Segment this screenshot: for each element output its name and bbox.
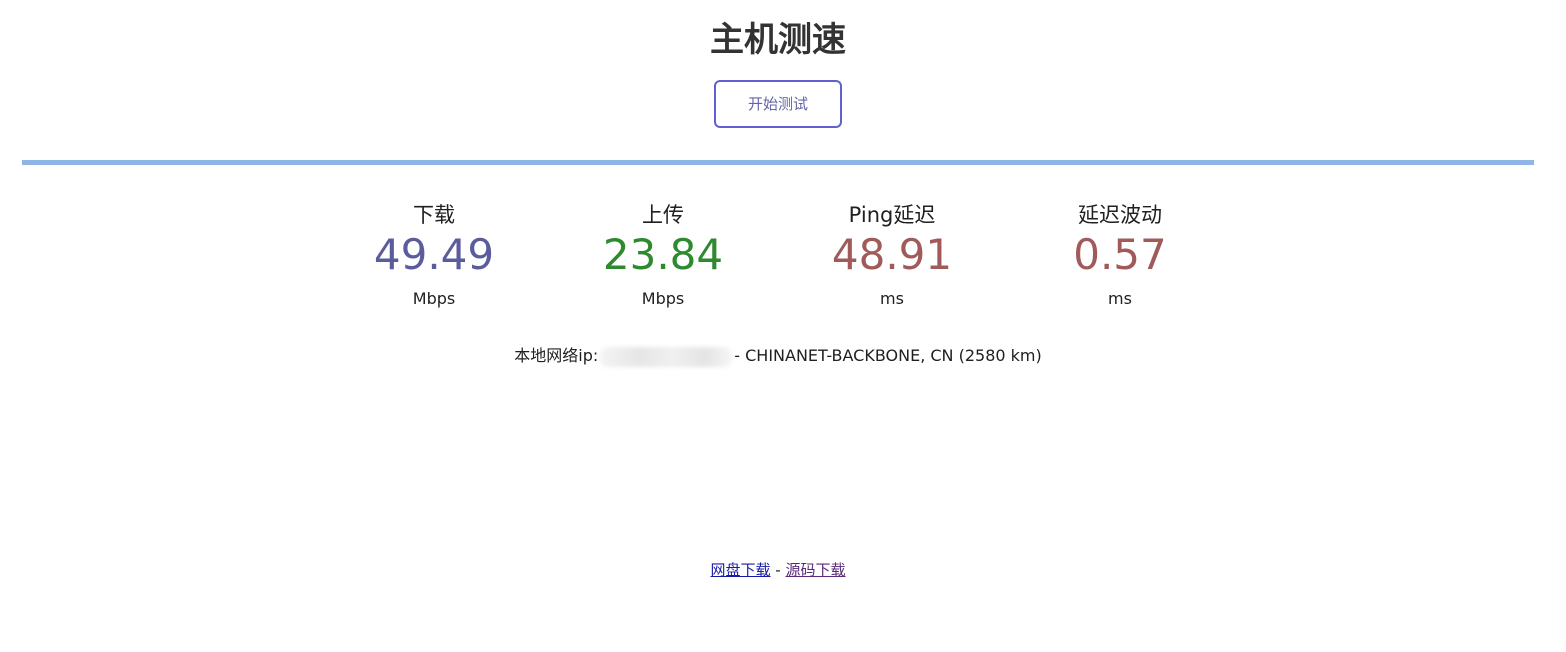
ip-info: 本地网络ip: - CHINANET-BACKBONE, CN (2580 km) <box>0 344 1556 368</box>
metric-value: 48.91 <box>831 230 953 279</box>
page-title: 主机测速 <box>710 20 846 60</box>
metric-label: 上传 <box>642 203 684 227</box>
progress-bar-fill <box>22 160 1534 165</box>
metric-value: 23.84 <box>602 230 724 279</box>
metric-label: Ping延迟 <box>848 203 936 227</box>
metric-unit: Mbps <box>412 289 456 308</box>
metric-unit: Mbps <box>641 289 685 308</box>
source-download-link[interactable]: 源码下载 <box>785 561 845 579</box>
metric-unit: ms <box>880 289 904 308</box>
progress-bar <box>22 160 1534 165</box>
metric-label: 延迟波动 <box>1078 203 1162 227</box>
metric-unit: ms <box>1108 289 1132 308</box>
metrics-panel: 下载 49.49 Mbps 上传 23.84 Mbps Ping延迟 48.91… <box>320 200 1235 320</box>
footer-links: 网盘下载 - 源码下载 <box>0 558 1556 582</box>
ip-info-prefix: 本地网络ip: <box>514 346 599 365</box>
cloud-download-link[interactable]: 网盘下载 <box>711 561 771 579</box>
speedtest-page: 主机测速 开始测试 下载 49.49 Mbps 上传 23.84 Mbps Pi… <box>0 0 1566 652</box>
metric-download: 下载 49.49 Mbps <box>320 200 548 310</box>
metric-value: 0.57 <box>1073 230 1167 279</box>
metric-ping: Ping延迟 48.91 ms <box>778 200 1006 310</box>
metric-value: 49.49 <box>373 230 495 279</box>
redacted-ip <box>600 346 733 367</box>
footer-separator: - <box>770 561 786 579</box>
start-test-button[interactable]: 开始测试 <box>714 80 842 128</box>
metric-upload: 上传 23.84 Mbps <box>549 200 777 310</box>
metric-jitter: 延迟波动 0.57 ms <box>1006 200 1234 310</box>
ip-info-suffix: - CHINANET-BACKBONE, CN (2580 km) <box>734 346 1042 365</box>
metric-label: 下载 <box>413 203 455 227</box>
